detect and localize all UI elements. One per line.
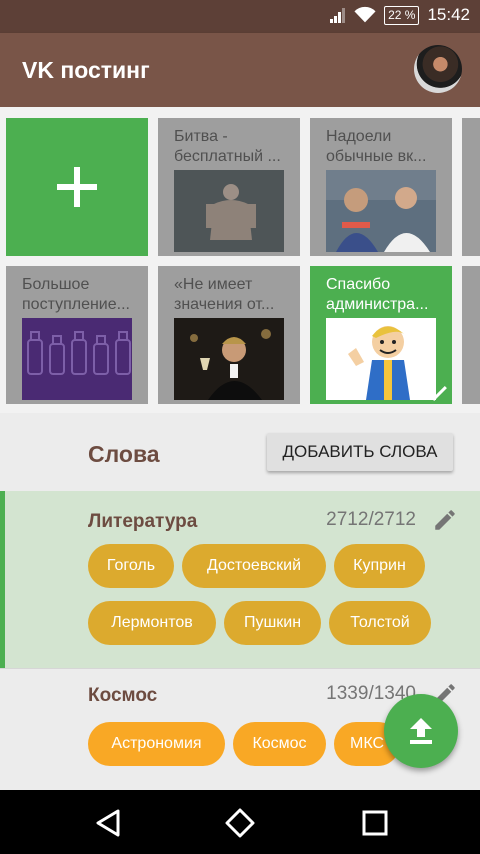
post-tile-text: Спасибо администра... (326, 276, 429, 313)
word-chip[interactable]: Лермонтов (88, 601, 216, 645)
post-tile[interactable]: Большое поступление... (6, 266, 148, 404)
wifi-icon (354, 6, 376, 23)
post-tile-text: Битва - бесплатный ... (174, 128, 281, 165)
post-tile-text: Надоели обычные вк... (326, 128, 427, 165)
back-icon[interactable] (92, 808, 124, 838)
post-image (174, 318, 284, 400)
signal-icon (330, 7, 346, 23)
post-tile[interactable]: Битва - бесплатный ... (158, 118, 300, 256)
add-post-button[interactable] (6, 118, 148, 256)
navigation-bar (0, 790, 480, 854)
recents-icon[interactable] (359, 808, 391, 838)
plus-icon (57, 167, 97, 207)
post-image (174, 170, 284, 252)
upload-fab-button[interactable] (384, 694, 458, 768)
post-tile[interactable] (462, 118, 480, 256)
word-chip[interactable]: Куприн (334, 544, 425, 588)
post-tile-text: «Не имеет значения от... (174, 276, 275, 313)
word-chip[interactable]: Гоголь (88, 544, 174, 588)
word-chip[interactable]: Толстой (329, 601, 431, 645)
category-literature[interactable]: Литература 2712/2712 Гоголь Достоевский … (0, 491, 480, 668)
avatar[interactable] (414, 45, 462, 93)
word-chip[interactable]: Пушкин (224, 601, 321, 645)
word-chip[interactable]: Космос (233, 722, 326, 766)
pencil-icon[interactable] (432, 507, 458, 533)
post-tile[interactable]: Надоели обычные вк... (310, 118, 452, 256)
category-name: Космос (88, 685, 158, 706)
post-image (22, 318, 132, 400)
words-title: Слова (88, 441, 160, 467)
post-tile-text: Большое поступление... (22, 276, 130, 313)
battery-indicator: 22 % (384, 5, 420, 25)
category-count: 2712/2712 (326, 509, 416, 530)
post-tile[interactable] (462, 266, 480, 404)
home-icon[interactable] (224, 808, 256, 838)
post-tile-selected[interactable]: Спасибо администра... (310, 266, 452, 404)
post-image (326, 170, 436, 252)
word-chip[interactable]: Астрономия (88, 722, 225, 766)
clock: 15:42 (427, 5, 470, 24)
upload-icon (410, 718, 432, 744)
status-bar: 22 % 15:42 (0, 0, 480, 33)
post-image (326, 318, 436, 400)
category-name: Литература (88, 511, 198, 532)
add-words-button[interactable]: ДОБАВИТЬ СЛОВА (267, 433, 453, 471)
app-title: VK постинг (22, 57, 150, 83)
posts-grid: Битва - бесплатный ... Надоели обычные в… (0, 107, 480, 413)
word-chip[interactable]: Достоевский (182, 544, 326, 588)
app-bar: VK постинг (0, 33, 480, 107)
post-tile[interactable]: «Не имеет значения от... (158, 266, 300, 404)
